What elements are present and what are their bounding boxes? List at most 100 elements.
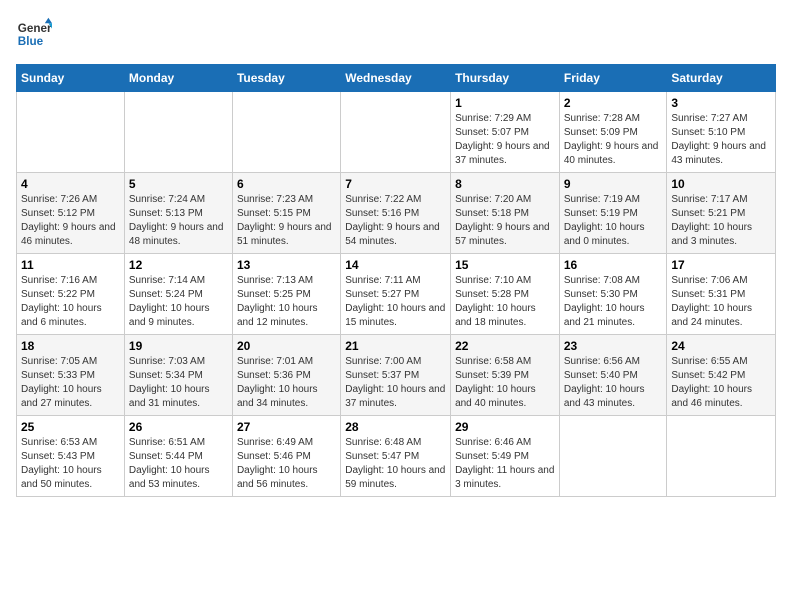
calendar-cell <box>232 92 340 173</box>
calendar-cell: 1 Sunrise: 7:29 AM Sunset: 5:07 PM Daylig… <box>451 92 560 173</box>
calendar-cell: 8 Sunrise: 7:20 AM Sunset: 5:18 PM Daylig… <box>451 173 560 254</box>
calendar-cell <box>341 92 451 173</box>
calendar-cell: 24 Sunrise: 6:55 AM Sunset: 5:42 PM Dayli… <box>667 335 776 416</box>
day-number: 24 <box>671 339 771 353</box>
calendar-cell: 19 Sunrise: 7:03 AM Sunset: 5:34 PM Dayli… <box>124 335 232 416</box>
calendar-cell: 17 Sunrise: 7:06 AM Sunset: 5:31 PM Dayli… <box>667 254 776 335</box>
logo-icon: General Blue <box>16 16 52 52</box>
calendar-cell <box>124 92 232 173</box>
calendar-cell <box>559 416 667 497</box>
calendar-cell <box>667 416 776 497</box>
day-info: Sunrise: 7:13 AM Sunset: 5:25 PM Dayligh… <box>237 274 336 330</box>
col-header-tuesday: Tuesday <box>232 65 340 92</box>
day-info: Sunrise: 7:19 AM Sunset: 5:19 PM Dayligh… <box>564 193 663 249</box>
day-number: 19 <box>129 339 228 353</box>
day-number: 12 <box>129 258 228 272</box>
day-info: Sunrise: 7:14 AM Sunset: 5:24 PM Dayligh… <box>129 274 228 330</box>
day-number: 27 <box>237 420 336 434</box>
day-number: 9 <box>564 177 663 191</box>
day-info: Sunrise: 7:06 AM Sunset: 5:31 PM Dayligh… <box>671 274 771 330</box>
day-info: Sunrise: 6:51 AM Sunset: 5:44 PM Dayligh… <box>129 436 228 492</box>
day-number: 5 <box>129 177 228 191</box>
calendar-cell: 12 Sunrise: 7:14 AM Sunset: 5:24 PM Dayli… <box>124 254 232 335</box>
col-header-wednesday: Wednesday <box>341 65 451 92</box>
day-number: 29 <box>455 420 555 434</box>
day-info: Sunrise: 6:53 AM Sunset: 5:43 PM Dayligh… <box>21 436 120 492</box>
calendar-cell: 15 Sunrise: 7:10 AM Sunset: 5:28 PM Dayli… <box>451 254 560 335</box>
day-number: 18 <box>21 339 120 353</box>
calendar-cell: 10 Sunrise: 7:17 AM Sunset: 5:21 PM Dayli… <box>667 173 776 254</box>
day-info: Sunrise: 7:24 AM Sunset: 5:13 PM Dayligh… <box>129 193 228 249</box>
day-info: Sunrise: 6:49 AM Sunset: 5:46 PM Dayligh… <box>237 436 336 492</box>
calendar-cell: 21 Sunrise: 7:00 AM Sunset: 5:37 PM Dayli… <box>341 335 451 416</box>
page-header: General Blue <box>16 16 776 52</box>
day-info: Sunrise: 7:17 AM Sunset: 5:21 PM Dayligh… <box>671 193 771 249</box>
calendar-cell: 11 Sunrise: 7:16 AM Sunset: 5:22 PM Dayli… <box>17 254 125 335</box>
day-number: 6 <box>237 177 336 191</box>
day-info: Sunrise: 7:28 AM Sunset: 5:09 PM Dayligh… <box>564 112 663 168</box>
day-info: Sunrise: 7:29 AM Sunset: 5:07 PM Dayligh… <box>455 112 555 168</box>
calendar-cell <box>17 92 125 173</box>
day-number: 22 <box>455 339 555 353</box>
day-number: 28 <box>345 420 446 434</box>
calendar-cell: 6 Sunrise: 7:23 AM Sunset: 5:15 PM Daylig… <box>232 173 340 254</box>
calendar-cell: 7 Sunrise: 7:22 AM Sunset: 5:16 PM Daylig… <box>341 173 451 254</box>
day-info: Sunrise: 7:05 AM Sunset: 5:33 PM Dayligh… <box>21 355 120 411</box>
logo: General Blue <box>16 16 56 52</box>
day-info: Sunrise: 6:55 AM Sunset: 5:42 PM Dayligh… <box>671 355 771 411</box>
day-number: 4 <box>21 177 120 191</box>
day-info: Sunrise: 7:23 AM Sunset: 5:15 PM Dayligh… <box>237 193 336 249</box>
col-header-saturday: Saturday <box>667 65 776 92</box>
calendar-cell: 14Sunrise: 7:11 AM Sunset: 5:27 PM Dayli… <box>341 254 451 335</box>
svg-text:Blue: Blue <box>18 35 44 48</box>
calendar-cell: 29 Sunrise: 6:46 AM Sunset: 5:49 PM Dayli… <box>451 416 560 497</box>
day-number: 16 <box>564 258 663 272</box>
calendar-cell: 25Sunrise: 6:53 AM Sunset: 5:43 PM Dayli… <box>17 416 125 497</box>
col-header-friday: Friday <box>559 65 667 92</box>
day-number: 23 <box>564 339 663 353</box>
day-number: 17 <box>671 258 771 272</box>
day-number: 2 <box>564 96 663 110</box>
day-number: 13 <box>237 258 336 272</box>
day-info: Sunrise: 7:08 AM Sunset: 5:30 PM Dayligh… <box>564 274 663 330</box>
calendar-cell: 9 Sunrise: 7:19 AM Sunset: 5:19 PM Daylig… <box>559 173 667 254</box>
day-number: 21 <box>345 339 446 353</box>
day-info: Sunrise: 7:03 AM Sunset: 5:34 PM Dayligh… <box>129 355 228 411</box>
calendar-cell: 26Sunrise: 6:51 AM Sunset: 5:44 PM Dayli… <box>124 416 232 497</box>
day-info: Sunrise: 7:20 AM Sunset: 5:18 PM Dayligh… <box>455 193 555 249</box>
calendar-table: SundayMondayTuesdayWednesdayThursdayFrid… <box>16 64 776 497</box>
day-number: 8 <box>455 177 555 191</box>
calendar-cell: 18 Sunrise: 7:05 AM Sunset: 5:33 PM Dayli… <box>17 335 125 416</box>
day-info: Sunrise: 7:26 AM Sunset: 5:12 PM Dayligh… <box>21 193 120 249</box>
col-header-monday: Monday <box>124 65 232 92</box>
calendar-cell: 5 Sunrise: 7:24 AM Sunset: 5:13 PM Daylig… <box>124 173 232 254</box>
day-number: 11 <box>21 258 120 272</box>
day-number: 1 <box>455 96 555 110</box>
day-info: Sunrise: 7:16 AM Sunset: 5:22 PM Dayligh… <box>21 274 120 330</box>
day-info: Sunrise: 7:27 AM Sunset: 5:10 PM Dayligh… <box>671 112 771 168</box>
day-info: Sunrise: 7:10 AM Sunset: 5:28 PM Dayligh… <box>455 274 555 330</box>
day-info: Sunrise: 6:46 AM Sunset: 5:49 PM Dayligh… <box>455 436 555 492</box>
calendar-cell: 2 Sunrise: 7:28 AM Sunset: 5:09 PM Daylig… <box>559 92 667 173</box>
svg-text:General: General <box>18 22 52 35</box>
col-header-thursday: Thursday <box>451 65 560 92</box>
col-header-sunday: Sunday <box>17 65 125 92</box>
calendar-cell: 13 Sunrise: 7:13 AM Sunset: 5:25 PM Dayli… <box>232 254 340 335</box>
day-info: Sunrise: 7:22 AM Sunset: 5:16 PM Dayligh… <box>345 193 446 249</box>
calendar-cell: 16 Sunrise: 7:08 AM Sunset: 5:30 PM Dayli… <box>559 254 667 335</box>
day-number: 3 <box>671 96 771 110</box>
day-info: Sunrise: 6:56 AM Sunset: 5:40 PM Dayligh… <box>564 355 663 411</box>
calendar-cell: 22 Sunrise: 6:58 AM Sunset: 5:39 PM Dayli… <box>451 335 560 416</box>
calendar-cell: 27 Sunrise: 6:49 AM Sunset: 5:46 PM Dayli… <box>232 416 340 497</box>
day-info: Sunrise: 7:00 AM Sunset: 5:37 PM Dayligh… <box>345 355 446 411</box>
calendar-cell: 28Sunrise: 6:48 AM Sunset: 5:47 PM Dayli… <box>341 416 451 497</box>
day-number: 20 <box>237 339 336 353</box>
calendar-cell: 4 Sunrise: 7:26 AM Sunset: 5:12 PM Daylig… <box>17 173 125 254</box>
day-number: 15 <box>455 258 555 272</box>
day-info: Sunrise: 7:01 AM Sunset: 5:36 PM Dayligh… <box>237 355 336 411</box>
day-number: 7 <box>345 177 446 191</box>
day-info: Sunrise: 7:11 AM Sunset: 5:27 PM Dayligh… <box>345 274 446 330</box>
calendar-cell: 23 Sunrise: 6:56 AM Sunset: 5:40 PM Dayli… <box>559 335 667 416</box>
day-info: Sunrise: 6:58 AM Sunset: 5:39 PM Dayligh… <box>455 355 555 411</box>
day-number: 10 <box>671 177 771 191</box>
